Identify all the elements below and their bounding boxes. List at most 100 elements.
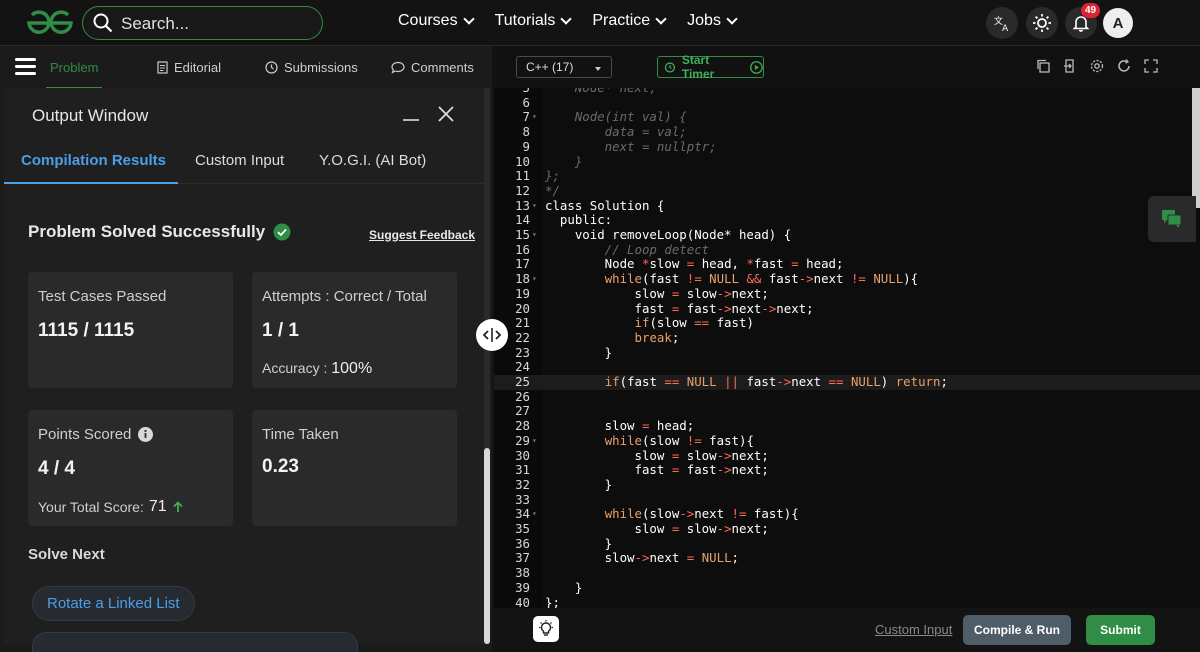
tab-yogi-ai-bot[interactable]: Y.O.G.I. (AI Bot) (319, 152, 426, 169)
code-line[interactable]: 39 } (494, 580, 1200, 596)
minimize-icon[interactable] (402, 106, 420, 122)
code-line[interactable]: 35 slow = slow->next; (494, 521, 1200, 537)
tab-comments[interactable]: Comments (391, 60, 474, 75)
code-line[interactable]: 13 ▾ class Solution { (494, 198, 1200, 214)
code-line[interactable]: 37 slow->next = NULL; (494, 551, 1200, 566)
nav-practice[interactable]: Practice (592, 12, 667, 30)
code-line[interactable]: 30 slow = slow->next; (494, 448, 1200, 464)
copy-icon[interactable] (1036, 59, 1050, 73)
tab-compilation-results[interactable]: Compilation Results (21, 152, 166, 169)
code-line[interactable]: 31 fast = fast->next; (494, 462, 1200, 478)
code-line[interactable]: 14 public: (494, 212, 1200, 228)
chevron-down-icon (462, 12, 475, 25)
hint-button[interactable] (533, 616, 559, 642)
code-line[interactable]: 24 (494, 360, 1200, 375)
code-line[interactable]: 15 ▾ void removeLoop(Node* head) { (494, 227, 1200, 243)
code-line[interactable]: 33 (494, 492, 1200, 508)
reset-icon[interactable] (1117, 59, 1131, 73)
code-editor[interactable]: 5 Node* next;67▾ Node(int val) {8 data =… (494, 88, 1200, 608)
attempts-card: Attempts : Correct / Total 1 / 1 Accurac… (252, 272, 457, 388)
top-navbar: Search... Courses Tutorials Practice Job… (0, 0, 1200, 46)
code-line[interactable]: 12 */ (494, 183, 1200, 199)
tab-editorial[interactable]: Editorial (157, 60, 221, 75)
code-line[interactable]: 27 (494, 404, 1200, 419)
code-line[interactable]: 5 Node* next; (494, 88, 1200, 96)
custom-input-link[interactable]: Custom Input (875, 622, 952, 637)
code-line[interactable]: 25 if(fast == NULL || fast->next == NULL… (494, 374, 1200, 390)
fold-arrow-icon[interactable]: ▾ (532, 272, 537, 287)
theme-toggle-button[interactable] (1026, 7, 1058, 39)
code-line[interactable]: 20 fast = fast->next->next; (494, 301, 1200, 317)
panel-resize-handle[interactable] (476, 319, 508, 351)
suggest-feedback-link[interactable]: Suggest Feedback (369, 228, 475, 242)
editor-scrollbar[interactable] (1192, 88, 1200, 208)
code-line[interactable]: 6 (494, 94, 1200, 111)
code-line[interactable]: 7 ▾ Node(int val) { (494, 110, 1200, 125)
import-file-icon[interactable] (1063, 59, 1077, 73)
submit-button[interactable]: Submit (1086, 615, 1155, 645)
tab-submissions[interactable]: Submissions (265, 60, 358, 75)
fold-arrow-icon[interactable]: ▾ (532, 199, 537, 214)
line-number: 17 (515, 256, 530, 272)
code-line[interactable]: 17 Node *slow = head, *fast = head; (494, 257, 1200, 272)
close-icon[interactable] (438, 106, 454, 122)
code-line[interactable]: 18 ▾ while(fast != NULL && fast->next != … (494, 271, 1200, 287)
code-line[interactable]: 34 ▾ while(slow->next != fast){ (494, 506, 1200, 522)
code-line[interactable]: 23 } (494, 345, 1200, 361)
code-line[interactable]: 8 data = val; (494, 124, 1200, 140)
translate-button[interactable]: 文 A (986, 7, 1018, 39)
code-line[interactable]: 19 slow = slow->next; (494, 286, 1200, 302)
compile-run-button[interactable]: Compile & Run (963, 615, 1071, 645)
code-line[interactable]: 16 // Loop detect (494, 242, 1200, 258)
code-line[interactable]: 10 } (494, 154, 1200, 170)
code-line[interactable]: 40}; (494, 595, 1200, 608)
code-text: next = nullptr; (545, 138, 717, 154)
editor-tools (1036, 59, 1158, 73)
code-line[interactable]: 21 if(slow == fast) (494, 315, 1200, 331)
code-line[interactable]: 28 slow = head; (494, 418, 1200, 434)
line-number: 38 (515, 565, 530, 581)
code-line[interactable]: 26 (494, 389, 1200, 405)
code-line[interactable]: 32 } (494, 476, 1200, 493)
dropdown-caret-icon (595, 67, 601, 71)
fold-arrow-icon[interactable]: ▾ (532, 110, 537, 125)
code-line[interactable]: 22 break; (494, 330, 1200, 346)
nav-tutorials[interactable]: Tutorials (495, 12, 573, 30)
line-number: 6 (522, 94, 530, 110)
fold-arrow-icon[interactable]: ▾ (532, 434, 537, 449)
test-cases-label: Test Cases Passed (38, 288, 167, 305)
line-number: 32 (515, 476, 530, 492)
fold-arrow-icon[interactable]: ▾ (532, 228, 537, 243)
nav-courses[interactable]: Courses (398, 12, 475, 30)
scrollbar-thumb[interactable] (484, 448, 490, 644)
tab-custom-input[interactable]: Custom Input (195, 152, 284, 169)
settings-icon[interactable] (1090, 59, 1104, 73)
nav-jobs[interactable]: Jobs (687, 12, 738, 30)
nav-jobs-label: Jobs (687, 12, 721, 29)
code-line[interactable]: 9 next = nullptr; (494, 138, 1200, 155)
result-status: Problem Solved Successfully (28, 222, 291, 242)
language-select[interactable]: C++ (17) (516, 56, 612, 78)
search-box[interactable]: Search... (82, 6, 323, 40)
output-scrollbar[interactable] (484, 88, 490, 644)
next-problem-chip[interactable]: Rotate a Linked List (32, 586, 195, 621)
code-line[interactable]: 11}; (494, 168, 1200, 184)
line-number: 27 (515, 403, 530, 419)
code-line[interactable]: 36 } (494, 536, 1200, 552)
hamburger-menu-icon[interactable] (15, 58, 36, 79)
tab-problem[interactable]: Problem (45, 60, 103, 89)
code-line[interactable]: 29 ▾ while(slow != fast){ (494, 433, 1200, 449)
avatar[interactable]: A (1103, 8, 1133, 38)
solve-next-heading: Solve Next (28, 546, 105, 563)
fullscreen-icon[interactable] (1144, 59, 1158, 73)
start-timer-button[interactable]: Start Timer (657, 53, 764, 81)
nav-courses-label: Courses (398, 12, 458, 29)
code-line[interactable]: 38 (494, 565, 1200, 581)
info-icon[interactable] (138, 427, 154, 442)
gfg-logo[interactable] (26, 10, 74, 36)
next-problem-chip-partial[interactable] (32, 632, 358, 652)
chevron-down-icon (726, 12, 738, 25)
code-text: }; (545, 168, 560, 184)
fold-arrow-icon[interactable]: ▾ (532, 507, 537, 522)
chat-button[interactable] (1148, 196, 1196, 242)
